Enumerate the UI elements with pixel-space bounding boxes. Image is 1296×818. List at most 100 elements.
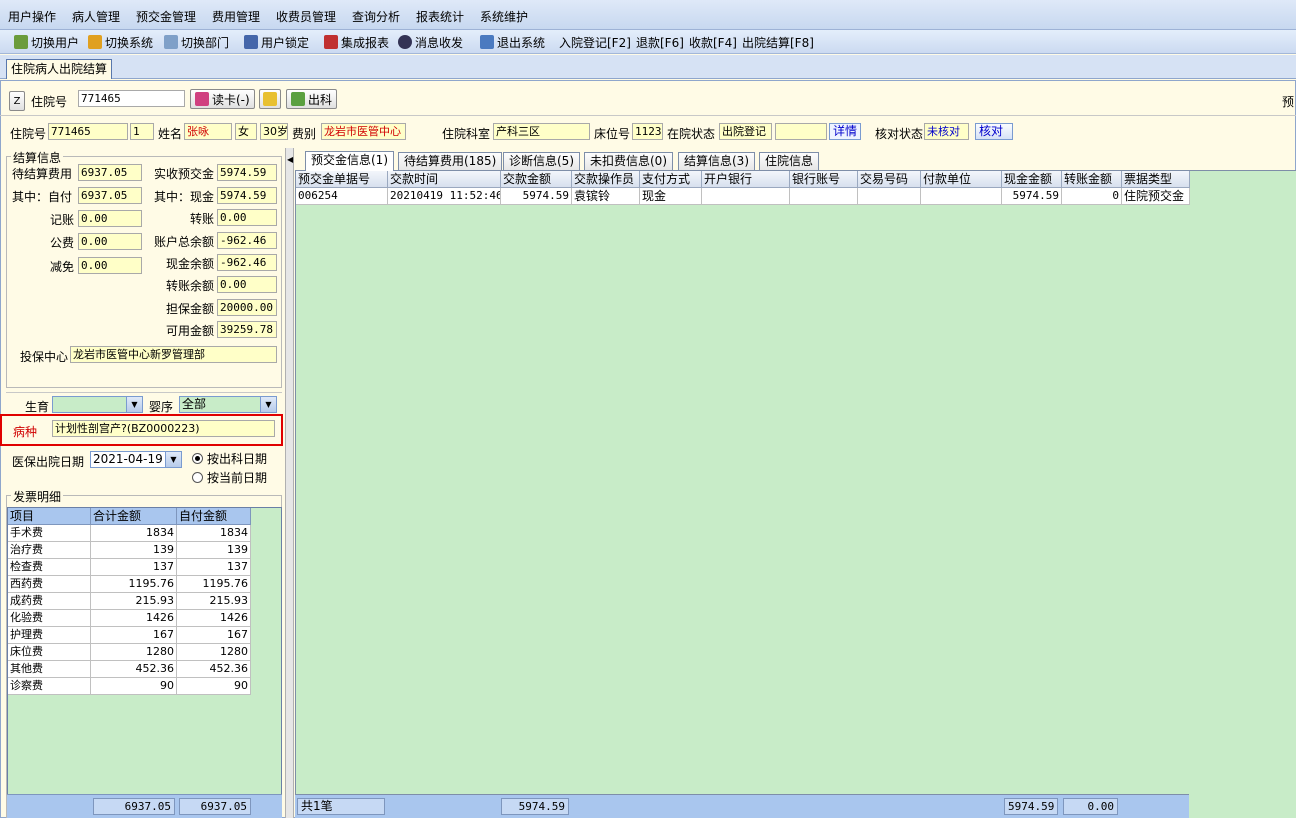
grid-header-cell[interactable]: 支付方式 (640, 171, 702, 188)
birth-select[interactable]: ▼ (52, 396, 143, 413)
invoice-total-cell[interactable]: 1834 (91, 525, 177, 542)
grid-header-cell[interactable]: 交款金额 (501, 171, 572, 188)
z-icon[interactable]: Z (9, 91, 25, 111)
patient-id-field[interactable]: 771465 (48, 123, 128, 140)
grid-header-cell[interactable]: 现金金额 (1002, 171, 1062, 188)
splitter[interactable] (285, 148, 294, 818)
available-field[interactable]: 39259.78 (217, 321, 277, 338)
read-card-button[interactable]: 读卡(-) (190, 89, 255, 109)
tab-discharge-settlement[interactable]: 住院病人出院结算 (6, 59, 113, 79)
report-button[interactable]: 集成报表 (324, 33, 389, 51)
age-field[interactable]: 30岁 (260, 123, 288, 140)
tab-diagnosis[interactable]: 诊断信息(5) (503, 152, 580, 170)
reduce-field[interactable]: 0.00 (78, 257, 142, 274)
invoice-total-cell[interactable]: 167 (91, 627, 177, 644)
menu-patient[interactable]: 病人管理 (72, 8, 120, 25)
public-field[interactable]: 0.00 (78, 233, 142, 250)
grid-header-cell[interactable]: 开户银行 (702, 171, 790, 188)
admit-button[interactable]: 入院登记[F2] (559, 33, 631, 51)
grid-cell[interactable]: 住院预交金 (1122, 188, 1190, 205)
dept-field[interactable]: 产科三区 (493, 123, 590, 140)
invoice-item-cell[interactable]: 诊察费 (8, 678, 91, 695)
discharge-date-picker[interactable]: 2021-04-19 ▼ (90, 451, 182, 468)
menu-report[interactable]: 报表统计 (416, 8, 464, 25)
self-pay-field[interactable]: 6937.05 (78, 187, 142, 204)
message-button[interactable]: 消息收发 (398, 33, 463, 51)
invoice-self-cell[interactable]: 137 (177, 559, 251, 576)
total-balance-field[interactable]: -962.46 (217, 232, 277, 249)
invoice-total-cell[interactable]: 139 (91, 542, 177, 559)
menu-user-ops[interactable]: 用户操作 (8, 8, 56, 25)
invoice-self-cell[interactable]: 139 (177, 542, 251, 559)
invoice-self-cell[interactable]: 1195.76 (177, 576, 251, 593)
menu-cashier[interactable]: 收费员管理 (276, 8, 336, 25)
grid-header-cell[interactable]: 交款操作员 (572, 171, 640, 188)
invoice-total-cell[interactable]: 1195.76 (91, 576, 177, 593)
charge-button[interactable]: 收款[F4] (689, 33, 737, 51)
invoice-header-total[interactable]: 合计金额 (91, 508, 177, 525)
radio-by-discharge-date[interactable]: 按出科日期 (192, 450, 267, 467)
menu-system[interactable]: 系统维护 (480, 8, 528, 25)
radio-by-current-date[interactable]: 按当前日期 (192, 469, 267, 486)
menu-query[interactable]: 查询分析 (352, 8, 400, 25)
invoice-total-cell[interactable]: 215.93 (91, 593, 177, 610)
patient-name-field[interactable]: 张咏 (184, 123, 232, 140)
tab-hospital-info[interactable]: 住院信息 (759, 152, 820, 170)
invoice-total-cell[interactable]: 90 (91, 678, 177, 695)
patient-seq-field[interactable]: 1 (130, 123, 154, 140)
grid-cell[interactable]: 现金 (640, 188, 702, 205)
switch-user-button[interactable]: 切换用户 (14, 33, 79, 51)
menu-fee[interactable]: 费用管理 (212, 8, 260, 25)
menu-prepay[interactable]: 预交金管理 (136, 8, 196, 25)
baby-order-select[interactable]: 全部 ▼ (179, 396, 277, 413)
search-id-input[interactable]: 771465 (78, 90, 185, 107)
grid-header-cell[interactable]: 交款时间 (388, 171, 501, 188)
grid-header-cell[interactable]: 付款单位 (921, 171, 1002, 188)
exit-button[interactable]: 退出系统 (480, 33, 545, 51)
grid-cell[interactable] (790, 188, 858, 205)
collapse-arrow-icon[interactable]: ◀ (287, 155, 293, 164)
status-field[interactable]: 出院登记 (719, 123, 772, 140)
transfer-field[interactable]: 0.00 (217, 209, 277, 226)
tab-prepay-info[interactable]: 预交金信息(1) (305, 151, 394, 171)
invoice-item-cell[interactable]: 护理费 (8, 627, 91, 644)
disease-field[interactable]: 计划性剖宫产?(BZ0000223) (52, 420, 275, 437)
switch-dept-button[interactable]: 切换部门 (164, 33, 229, 51)
invoice-total-cell[interactable]: 452.36 (91, 661, 177, 678)
grid-cell[interactable]: 20210419 11:52:46 (388, 188, 501, 205)
invoice-header-item[interactable]: 项目 (8, 508, 91, 525)
transfer-balance-field[interactable]: 0.00 (217, 276, 277, 293)
insurer-field[interactable]: 龙岩市医管中心新罗管理部 (70, 346, 277, 363)
grid-header-cell[interactable]: 预交金单据号 (296, 171, 388, 188)
grid-header-cell[interactable]: 银行账号 (790, 171, 858, 188)
clear-button[interactable] (259, 89, 281, 109)
fee-type-field[interactable]: 龙岩市医管中心 (321, 123, 406, 140)
status2-field[interactable] (775, 123, 827, 140)
invoice-item-cell[interactable]: 床位费 (8, 644, 91, 661)
invoice-self-cell[interactable]: 90 (177, 678, 251, 695)
invoice-item-cell[interactable]: 西药费 (8, 576, 91, 593)
invoice-self-cell[interactable]: 1426 (177, 610, 251, 627)
account-field[interactable]: 0.00 (78, 210, 142, 227)
invoice-self-cell[interactable]: 1280 (177, 644, 251, 661)
grid-cell[interactable]: 5974.59 (501, 188, 572, 205)
tab-pending-fees[interactable]: 待结算费用(185) (398, 152, 503, 170)
invoice-self-cell[interactable]: 167 (177, 627, 251, 644)
invoice-item-cell[interactable]: 成药费 (8, 593, 91, 610)
grid-header-cell[interactable]: 票据类型 (1122, 171, 1190, 188)
grid-header-cell[interactable]: 转账金额 (1062, 171, 1122, 188)
grid-header-cell[interactable]: 交易号码 (858, 171, 921, 188)
check-button[interactable]: 核对 (975, 123, 1013, 140)
invoice-total-cell[interactable]: 1280 (91, 644, 177, 661)
tab-settlement[interactable]: 结算信息(3) (678, 152, 755, 170)
invoice-item-cell[interactable]: 化验费 (8, 610, 91, 627)
cash-field[interactable]: 5974.59 (217, 187, 277, 204)
switch-system-button[interactable]: 切换系统 (88, 33, 153, 51)
detail-link[interactable]: 详情 (829, 123, 862, 140)
discharge-settle-button[interactable]: 出院结算[F8] (742, 33, 814, 51)
prepaid-field[interactable]: 5974.59 (217, 164, 277, 181)
invoice-item-cell[interactable]: 手术费 (8, 525, 91, 542)
grid-cell[interactable]: 006254 (296, 188, 388, 205)
refund-button[interactable]: 退款[F6] (636, 33, 684, 51)
grid-cell[interactable] (702, 188, 790, 205)
